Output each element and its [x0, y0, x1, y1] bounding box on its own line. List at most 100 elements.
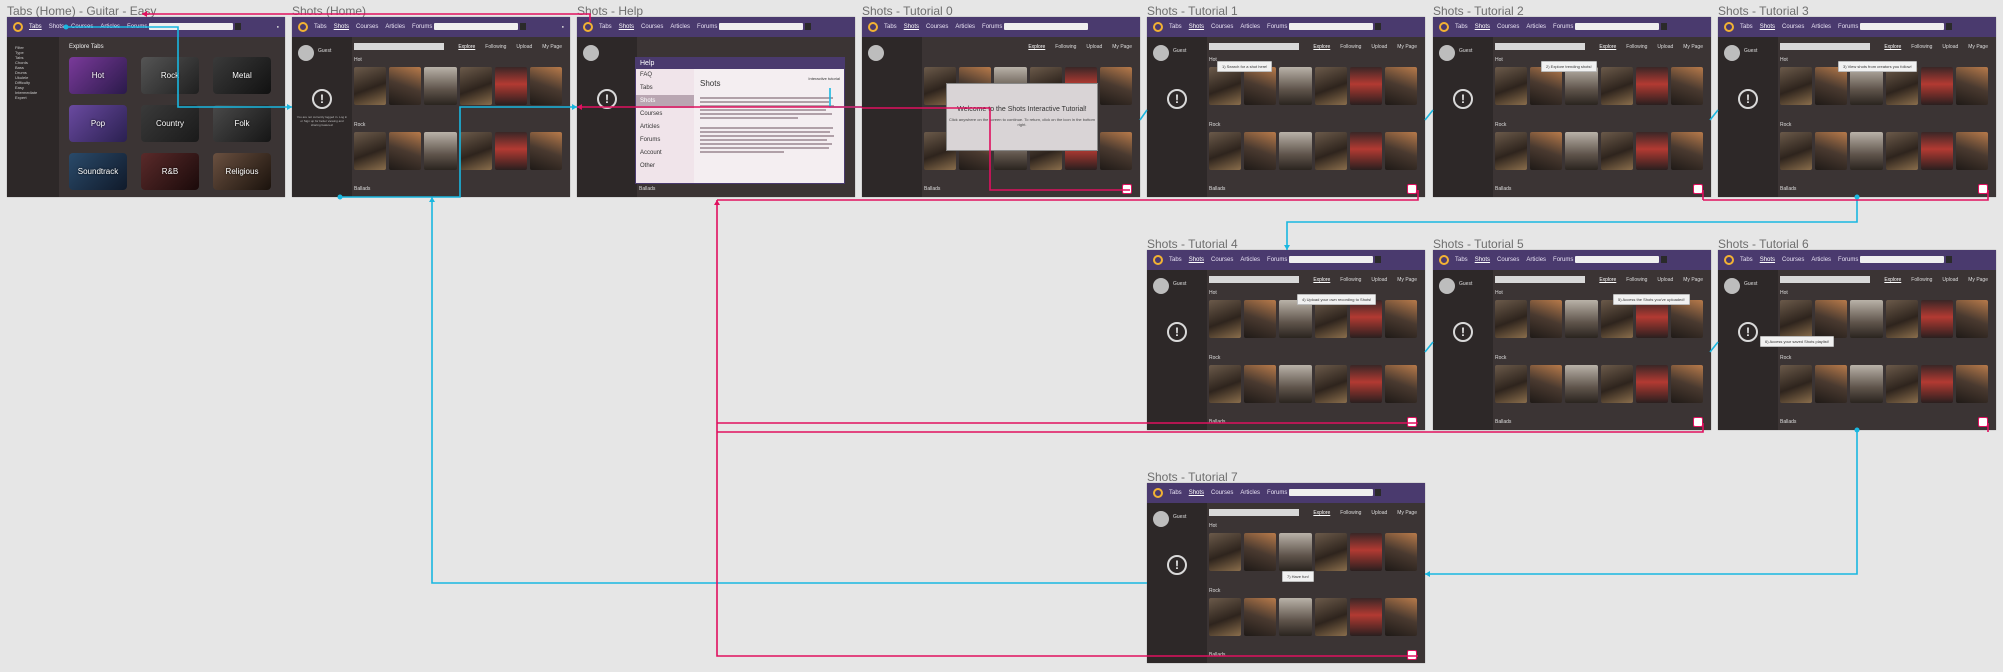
shot-thumb[interactable]: [1670, 132, 1704, 170]
shot-thumb[interactable]: [1885, 300, 1918, 338]
nav-courses[interactable]: Courses: [1782, 24, 1804, 30]
nav-tabs[interactable]: Tabs: [314, 24, 327, 30]
help-menu-item[interactable]: Shots: [636, 95, 694, 108]
tab-explore[interactable]: Explore: [1028, 44, 1045, 50]
shot-thumb[interactable]: [1099, 67, 1133, 105]
nav-courses[interactable]: Courses: [1211, 257, 1233, 263]
nav-shots[interactable]: Shots: [1189, 490, 1204, 496]
tab-explore[interactable]: Explore: [1313, 277, 1330, 283]
shot-thumb[interactable]: [1600, 365, 1633, 403]
tab-upload[interactable]: Upload: [1371, 44, 1387, 50]
nav-articles[interactable]: Articles: [670, 24, 690, 30]
shot-thumb[interactable]: [424, 67, 457, 105]
shots-search-input[interactable]: [1495, 43, 1585, 50]
tab-following[interactable]: Following: [485, 44, 506, 50]
shot-thumb[interactable]: [1780, 365, 1813, 403]
nav-articles[interactable]: Articles: [1240, 490, 1260, 496]
exit-tutorial-icon[interactable]: [1978, 417, 1988, 427]
nav-courses[interactable]: Courses: [1497, 24, 1519, 30]
nav-forums[interactable]: Forums: [127, 24, 147, 30]
tab-following[interactable]: Following: [1911, 277, 1932, 283]
nav-articles[interactable]: Articles: [1811, 257, 1831, 263]
nav-forums[interactable]: Forums: [1267, 24, 1287, 30]
nav-forums[interactable]: Forums: [1267, 490, 1287, 496]
nav-shots[interactable]: Shots: [49, 24, 64, 30]
shot-thumb[interactable]: [1209, 533, 1242, 571]
logo-icon[interactable]: [1439, 255, 1449, 265]
shot-thumb[interactable]: [1955, 365, 1989, 403]
shot-thumb[interactable]: [1209, 300, 1242, 338]
shot-thumb[interactable]: [1349, 598, 1382, 636]
search-input[interactable]: [719, 23, 803, 30]
shot-thumb[interactable]: [1099, 132, 1133, 170]
genre-tile-metal[interactable]: Metal: [213, 57, 271, 94]
tab-my-page[interactable]: My Page: [1968, 44, 1988, 50]
exit-tutorial-icon[interactable]: [1407, 650, 1417, 660]
nav-shots[interactable]: Shots: [1475, 24, 1490, 30]
tab-explore[interactable]: Explore: [1313, 510, 1330, 516]
shot-thumb[interactable]: [1495, 67, 1528, 105]
nav-courses[interactable]: Courses: [356, 24, 378, 30]
search-input[interactable]: [1575, 23, 1659, 30]
nav-courses[interactable]: Courses: [926, 24, 948, 30]
shot-thumb[interactable]: [494, 132, 527, 170]
nav-tabs[interactable]: Tabs: [1169, 257, 1182, 263]
shot-thumb[interactable]: [1565, 67, 1598, 105]
nav-forums[interactable]: Forums: [412, 24, 432, 30]
logo-icon[interactable]: [583, 22, 593, 32]
nav-shots[interactable]: Shots: [1189, 257, 1204, 263]
shot-thumb[interactable]: [1780, 132, 1813, 170]
shots-search-input[interactable]: [1495, 276, 1585, 283]
tab-following[interactable]: Following: [1340, 510, 1361, 516]
search-icon[interactable]: [1375, 489, 1381, 496]
nav-tabs[interactable]: Tabs: [1455, 24, 1468, 30]
nav-articles[interactable]: Articles: [1811, 24, 1831, 30]
nav-shots[interactable]: Shots: [1189, 24, 1204, 30]
shot-thumb[interactable]: [1244, 67, 1277, 105]
nav-courses[interactable]: Courses: [1782, 257, 1804, 263]
help-menu-item[interactable]: Forums: [636, 134, 694, 147]
shots-search-input[interactable]: [1209, 43, 1299, 50]
logo-icon[interactable]: [1724, 22, 1734, 32]
shot-thumb[interactable]: [1670, 67, 1704, 105]
shot-thumb[interactable]: [1209, 67, 1242, 105]
exit-tutorial-icon[interactable]: [1693, 184, 1703, 194]
shots-search-input[interactable]: [1209, 509, 1299, 516]
tab-following[interactable]: Following: [1055, 44, 1076, 50]
shots-search-input[interactable]: [354, 43, 444, 50]
shot-thumb[interactable]: [1565, 300, 1598, 338]
shot-thumb[interactable]: [1635, 67, 1668, 105]
shot-thumb[interactable]: [1885, 67, 1918, 105]
shot-thumb[interactable]: [459, 67, 492, 105]
search-input[interactable]: [1860, 256, 1944, 263]
shot-thumb[interactable]: [1850, 67, 1883, 105]
nav-articles[interactable]: Articles: [100, 24, 120, 30]
shot-thumb[interactable]: [1349, 300, 1382, 338]
genre-tile-hot[interactable]: Hot: [69, 57, 127, 94]
help-menu-item[interactable]: Account: [636, 147, 694, 160]
shot-thumb[interactable]: [1670, 300, 1704, 338]
shot-thumb[interactable]: [1314, 365, 1347, 403]
tab-upload[interactable]: Upload: [1371, 510, 1387, 516]
shot-thumb[interactable]: [1955, 67, 1989, 105]
nav-shots[interactable]: Shots: [619, 24, 634, 30]
nav-shots[interactable]: Shots: [904, 24, 919, 30]
search-icon[interactable]: [1946, 23, 1952, 30]
tab-my-page[interactable]: My Page: [542, 44, 562, 50]
shot-thumb[interactable]: [1955, 132, 1989, 170]
search-input[interactable]: [1575, 256, 1659, 263]
tab-explore[interactable]: Explore: [1599, 44, 1616, 50]
logo-icon[interactable]: [1439, 22, 1449, 32]
shot-thumb[interactable]: [1530, 132, 1563, 170]
shot-thumb[interactable]: [1815, 300, 1848, 338]
tab-explore[interactable]: Explore: [1313, 44, 1330, 50]
tutorial-link[interactable]: Interactive tutorial: [808, 76, 840, 81]
shot-thumb[interactable]: [1384, 67, 1418, 105]
shot-thumb[interactable]: [1850, 132, 1883, 170]
shot-thumb[interactable]: [1349, 67, 1382, 105]
shot-thumb[interactable]: [1384, 598, 1418, 636]
exit-tutorial-icon[interactable]: [1122, 184, 1132, 194]
shot-thumb[interactable]: [1279, 67, 1312, 105]
shot-thumb[interactable]: [1384, 365, 1418, 403]
shot-thumb[interactable]: [1279, 300, 1312, 338]
